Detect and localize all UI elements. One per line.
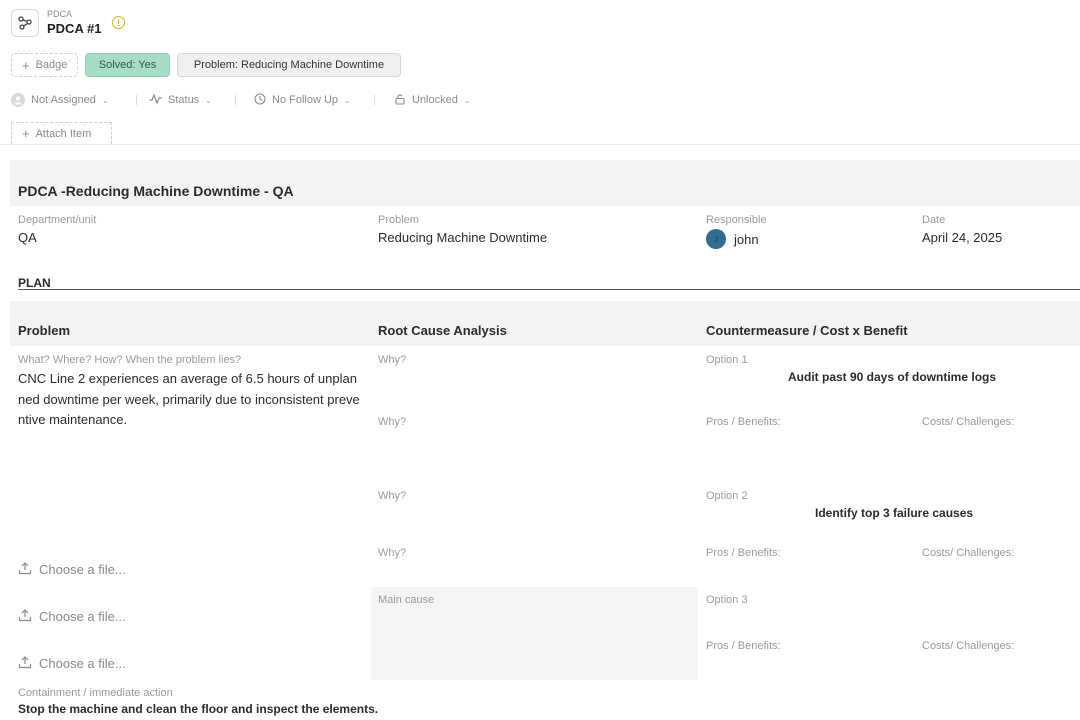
avatar: J: [706, 229, 726, 249]
costs-label: Costs/ Challenges:: [922, 416, 1015, 428]
why-field-label[interactable]: Why?: [378, 490, 406, 502]
option-label: Option 1: [706, 354, 748, 366]
clock-icon: [254, 92, 266, 108]
option-title[interactable]: Audit past 90 days of downtime logs: [788, 370, 996, 384]
countermeasure-column-header: Countermeasure / Cost x Benefit: [706, 323, 908, 338]
workflow-icon: [11, 9, 39, 37]
file-upload[interactable]: Choose a file...: [18, 561, 126, 578]
file-upload[interactable]: Choose a file...: [18, 655, 126, 672]
why-field-label[interactable]: Why?: [378, 547, 406, 559]
plan-section-title: PLAN: [18, 276, 51, 290]
divider: [374, 95, 375, 105]
user-icon: [11, 93, 25, 107]
plan-header-band: [10, 301, 1080, 346]
problem-hint: What? Where? How? When the problem lies?: [18, 354, 242, 366]
attach-item-button[interactable]: + Attach Item: [11, 122, 112, 144]
file-upload[interactable]: Choose a file...: [18, 608, 126, 625]
problem-field-label: Problem: [378, 214, 419, 226]
page-title: PDCA #1: [47, 21, 102, 36]
problem-description[interactable]: CNC Line 2 experiences an average of 6.5…: [18, 369, 364, 431]
status-label: Status: [168, 94, 200, 106]
follow-up-label: No Follow Up: [272, 94, 339, 106]
upload-icon: [18, 561, 32, 578]
responsible-value[interactable]: john: [734, 232, 759, 247]
department-value[interactable]: QA: [18, 230, 37, 245]
pros-label: Pros / Benefits:: [706, 640, 781, 652]
date-label: Date: [922, 214, 946, 226]
upload-icon: [18, 608, 32, 625]
root-cause-column-header: Root Cause Analysis: [378, 323, 507, 338]
lock-label: Unlocked: [412, 94, 458, 106]
divider: [235, 95, 236, 105]
file-upload-label: Choose a file...: [39, 609, 126, 624]
plus-icon: +: [22, 126, 30, 141]
unlock-icon: [394, 93, 406, 108]
activity-icon: [149, 92, 162, 108]
divider: [136, 95, 137, 105]
chevron-down-icon: ⌄: [344, 95, 351, 105]
option-title[interactable]: Identify top 3 failure causes: [815, 506, 973, 520]
pros-label: Pros / Benefits:: [706, 547, 781, 559]
attach-label: Attach Item: [35, 127, 92, 140]
pros-label: Pros / Benefits:: [706, 416, 781, 428]
costs-label: Costs/ Challenges:: [922, 640, 1015, 652]
warning-icon[interactable]: !: [112, 16, 125, 29]
upload-icon: [18, 655, 32, 672]
option-label: Option 2: [706, 490, 748, 502]
status-dropdown[interactable]: Status ⌄: [149, 92, 212, 108]
add-badge-button[interactable]: + Badge: [11, 53, 78, 77]
solved-badge[interactable]: Solved: Yes: [85, 53, 170, 77]
divider: [0, 144, 1080, 145]
main-cause-label: Main cause: [378, 594, 435, 606]
lock-dropdown[interactable]: Unlocked ⌄: [394, 92, 471, 108]
chevron-down-icon: ⌄: [101, 95, 109, 105]
problem-column-header: Problem: [18, 323, 71, 338]
assignee-dropdown[interactable]: Not Assigned ⌄: [11, 92, 109, 108]
why-field-label[interactable]: Why?: [378, 354, 406, 366]
date-value[interactable]: April 24, 2025: [922, 230, 1002, 245]
assignee-label: Not Assigned: [31, 94, 96, 106]
chevron-down-icon: ⌄: [463, 95, 471, 105]
responsible-label: Responsible: [706, 214, 767, 226]
breadcrumb[interactable]: PDCA: [47, 9, 72, 19]
option-label: Option 3: [706, 594, 748, 606]
containment-value[interactable]: Stop the machine and clean the floor and…: [18, 702, 378, 716]
plus-icon: +: [22, 57, 30, 73]
problem-field-value[interactable]: Reducing Machine Downtime: [378, 230, 547, 245]
badge-label: Badge: [35, 59, 68, 71]
problem-badge[interactable]: Problem: Reducing Machine Downtime: [177, 53, 401, 77]
file-upload-label: Choose a file...: [39, 562, 126, 577]
document-title[interactable]: PDCA -Reducing Machine Downtime - QA: [18, 183, 294, 199]
plan-divider: [18, 289, 1080, 290]
chevron-down-icon: ⌄: [205, 95, 212, 105]
costs-label: Costs/ Challenges:: [922, 547, 1015, 559]
department-label: Department/unit: [18, 214, 97, 226]
file-upload-label: Choose a file...: [39, 656, 126, 671]
follow-up-dropdown[interactable]: No Follow Up ⌄: [254, 92, 351, 108]
why-field-label[interactable]: Why?: [378, 416, 406, 428]
containment-label: Containment / immediate action: [18, 687, 173, 699]
